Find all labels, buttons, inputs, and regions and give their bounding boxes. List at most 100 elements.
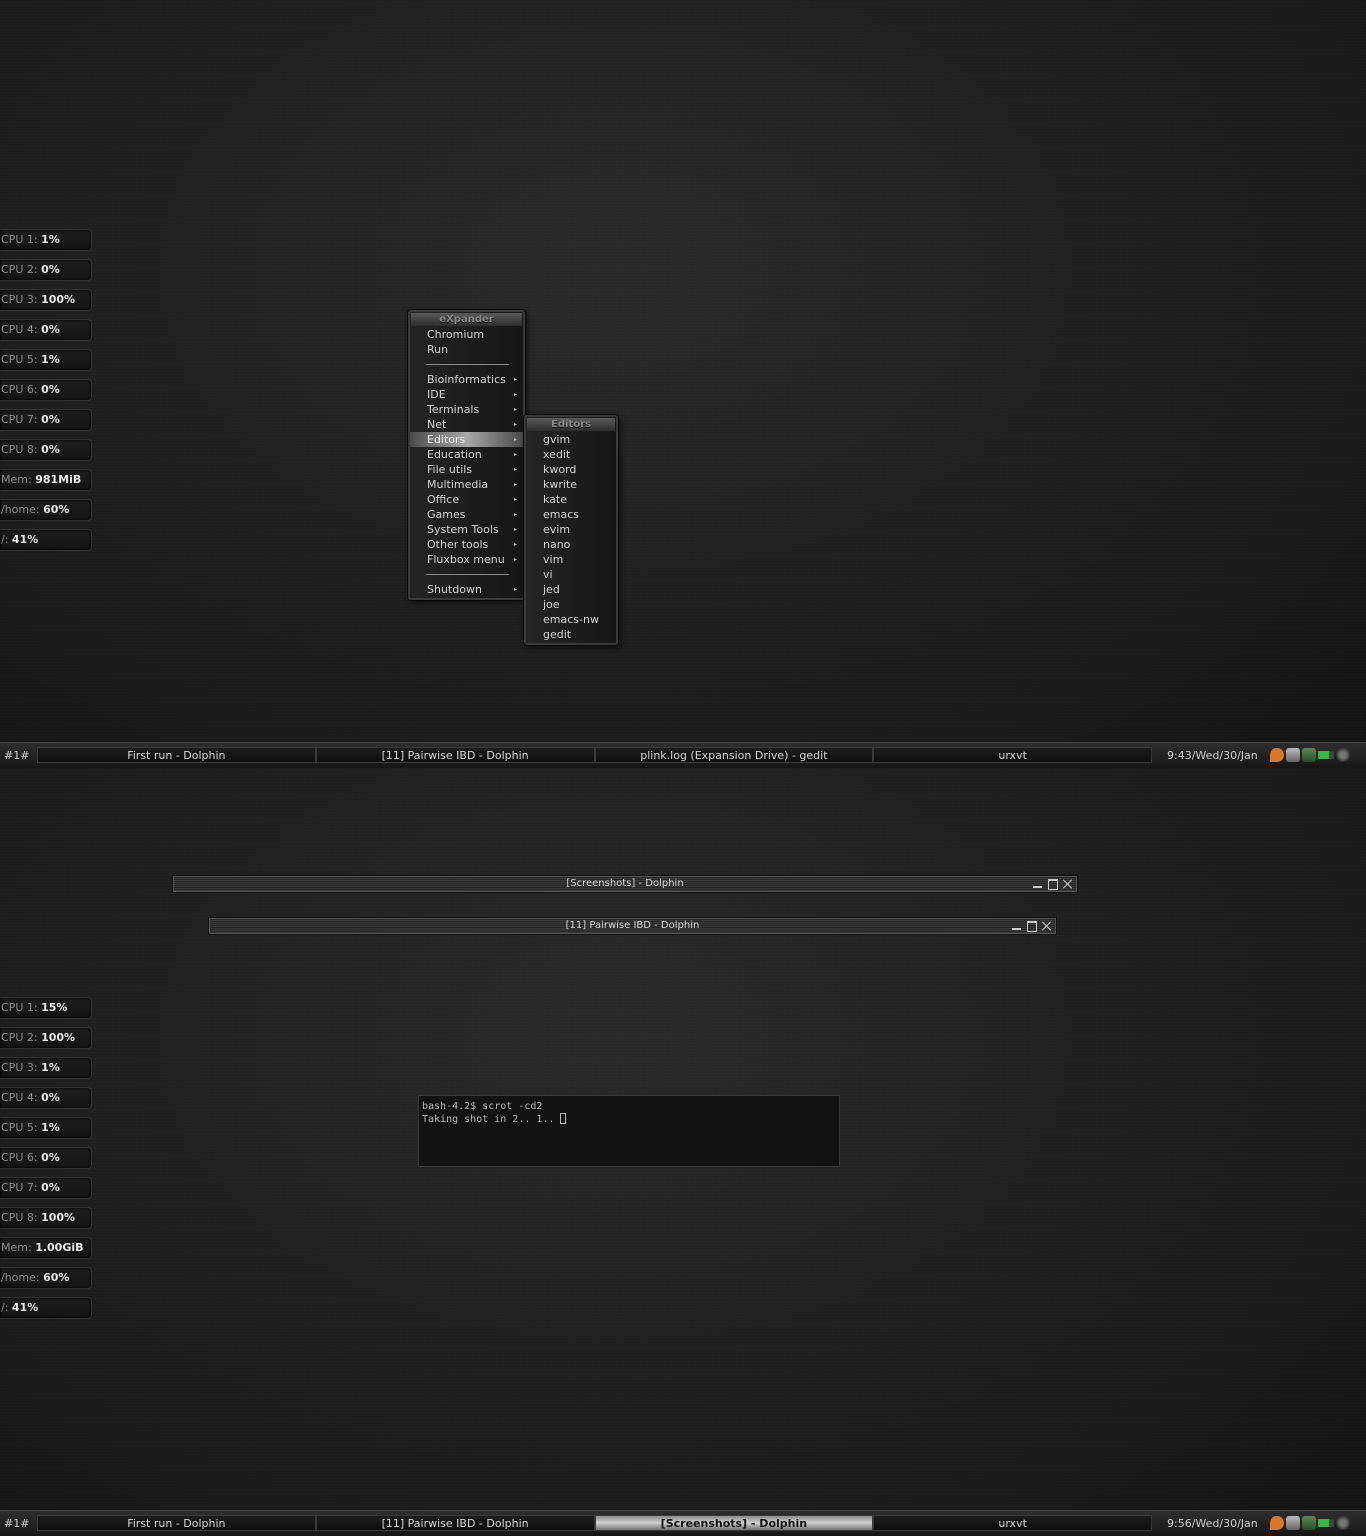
stat-label: CPU 2:: [1, 263, 38, 276]
menu-item-chromium[interactable]: Chromium: [410, 327, 523, 342]
menu-item-label: System Tools: [427, 523, 499, 536]
menu-item-evim[interactable]: evim: [526, 522, 616, 537]
task-button[interactable]: [11] Pairwise IBD - Dolphin: [315, 747, 595, 763]
submenu-arrow-icon: ▸: [513, 376, 517, 383]
stat-label: CPU 2:: [1, 1031, 38, 1044]
menu-item-gvim[interactable]: gvim: [526, 432, 616, 447]
tray-battery-icon[interactable]: [1318, 751, 1334, 759]
menu-item-kword[interactable]: kword: [526, 462, 616, 477]
stat-label: CPU 1:: [1, 1001, 38, 1014]
menu-item-office[interactable]: Office ▸: [410, 492, 523, 507]
stat-cpu5: CPU 5: 1%: [0, 1117, 92, 1139]
task-button[interactable]: [11] Pairwise IBD - Dolphin: [315, 1515, 595, 1531]
tray-app-icon[interactable]: [1270, 1516, 1284, 1530]
window-titlebar-screenshots[interactable]: [Screenshots] - Dolphin: [173, 876, 1077, 892]
maximize-icon[interactable]: [1046, 878, 1059, 890]
stat-label: CPU 8:: [1, 443, 38, 456]
menu-item-xedit[interactable]: xedit: [526, 447, 616, 462]
menu-item-terminals[interactable]: Terminals ▸: [410, 402, 523, 417]
editors-submenu: Editors gvim xedit kword kwrite kate ema…: [524, 415, 618, 645]
task-list: First run - Dolphin [11] Pairwise IBD - …: [37, 1515, 1152, 1531]
task-button-focused[interactable]: [Screenshots] - Dolphin: [594, 1515, 874, 1531]
menu-item-shutdown[interactable]: Shutdown ▸: [410, 582, 523, 597]
tray-update-icon[interactable]: [1302, 748, 1316, 762]
stat-value: 0%: [41, 413, 60, 426]
stat-cpu3: CPU 3: 100%: [0, 289, 92, 311]
desktop-screen-2: [Screenshots] - Dolphin [11] Pairwise IB…: [0, 768, 1366, 1536]
menu-item-fluxbox-menu[interactable]: Fluxbox menu ▸: [410, 552, 523, 567]
tray-battery-icon[interactable]: [1318, 1519, 1334, 1527]
stat-cpu6: CPU 6: 0%: [0, 1147, 92, 1169]
menu-item-run[interactable]: Run: [410, 342, 523, 357]
stat-value: 0%: [41, 1151, 60, 1164]
maximize-icon[interactable]: [1025, 920, 1038, 932]
menu-item-net[interactable]: Net ▸: [410, 417, 523, 432]
menu-item-system-tools[interactable]: System Tools ▸: [410, 522, 523, 537]
menu-item-kwrite[interactable]: kwrite: [526, 477, 616, 492]
submenu-arrow-icon: ▸: [513, 511, 517, 518]
task-button[interactable]: urxvt: [873, 1515, 1152, 1531]
menu-item-bioinformatics[interactable]: Bioinformatics ▸: [410, 372, 523, 387]
workspace-label[interactable]: #1#: [4, 749, 29, 762]
stat-value: 0%: [41, 323, 60, 336]
menu-item-multimedia[interactable]: Multimedia ▸: [410, 477, 523, 492]
submenu-arrow-icon: ▸: [513, 586, 517, 593]
menu-item-ide[interactable]: IDE ▸: [410, 387, 523, 402]
task-button[interactable]: urxvt: [873, 747, 1152, 763]
stat-cpu8: CPU 8: 100%: [0, 1207, 92, 1229]
minimize-icon[interactable]: [1010, 920, 1023, 932]
workspace-label[interactable]: #1#: [4, 1517, 29, 1530]
window-titlebar-pairwise-ibd[interactable]: [11] Pairwise IBD - Dolphin: [209, 918, 1056, 934]
taskbar: #1# First run - Dolphin [11] Pairwise IB…: [0, 742, 1366, 768]
submenu-arrow-icon: ▸: [513, 391, 517, 398]
menu-item-vi[interactable]: vi: [526, 567, 616, 582]
close-icon[interactable]: [1040, 920, 1053, 932]
minimize-icon[interactable]: [1031, 878, 1044, 890]
tray-network-icon[interactable]: [1286, 1516, 1300, 1530]
stat-value: 1.00GiB: [35, 1241, 84, 1254]
menu-item-gedit[interactable]: gedit: [526, 627, 616, 642]
terminal-window[interactable]: bash-4.2$ scrot -cd2 Taking shot in 2.. …: [418, 1095, 840, 1167]
menu-item-vim[interactable]: vim: [526, 552, 616, 567]
submenu-arrow-icon: ▸: [513, 421, 517, 428]
menu-separator: [410, 567, 523, 582]
tray-power-icon[interactable]: [1336, 748, 1350, 762]
stat-label: CPU 3:: [1, 293, 38, 306]
menu-item-emacs-nw[interactable]: emacs-nw: [526, 612, 616, 627]
menu-item-file-utils[interactable]: File utils ▸: [410, 462, 523, 477]
tray-network-icon[interactable]: [1286, 748, 1300, 762]
stat-value: 60%: [43, 503, 70, 516]
tray-update-icon[interactable]: [1302, 1516, 1316, 1530]
window-title: [Screenshots] - Dolphin: [566, 878, 684, 889]
submenu-arrow-icon: ▸: [513, 556, 517, 563]
menu-item-education[interactable]: Education ▸: [410, 447, 523, 462]
stat-value: 1%: [41, 1121, 60, 1134]
submenu-arrow-icon: ▸: [513, 406, 517, 413]
close-icon[interactable]: [1061, 878, 1074, 890]
stat-label: Mem:: [1, 1241, 32, 1254]
menu-item-label: Shutdown: [427, 583, 482, 596]
task-button[interactable]: plink.log (Expansion Drive) - gedit: [594, 747, 874, 763]
tray-app-icon[interactable]: [1270, 748, 1284, 762]
clock: 9:43/Wed/30/Jan: [1167, 749, 1258, 762]
menu-item-joe[interactable]: joe: [526, 597, 616, 612]
menu-item-games[interactable]: Games ▸: [410, 507, 523, 522]
stat-value: 60%: [43, 1271, 70, 1284]
menu-item-editors[interactable]: Editors ▸: [410, 432, 523, 447]
menu-item-nano[interactable]: nano: [526, 537, 616, 552]
stat-value: 1%: [41, 1061, 60, 1074]
menu-item-emacs[interactable]: emacs: [526, 507, 616, 522]
tray-power-icon[interactable]: [1336, 1516, 1350, 1530]
stat-label: /:: [1, 1301, 9, 1314]
menu-item-label: Editors: [427, 433, 466, 446]
terminal-line: Taking shot in 2.. 1..: [422, 1113, 836, 1126]
task-button[interactable]: First run - Dolphin: [37, 747, 316, 763]
menu-item-other-tools[interactable]: Other tools ▸: [410, 537, 523, 552]
menu-item-kate[interactable]: kate: [526, 492, 616, 507]
stat-mem: Mem: 1.00GiB: [0, 1237, 92, 1259]
stat-value: 0%: [41, 383, 60, 396]
task-button[interactable]: First run - Dolphin: [37, 1515, 316, 1531]
stat-label: /home:: [1, 1271, 40, 1284]
stat-label: CPU 5:: [1, 353, 38, 366]
menu-item-jed[interactable]: jed: [526, 582, 616, 597]
